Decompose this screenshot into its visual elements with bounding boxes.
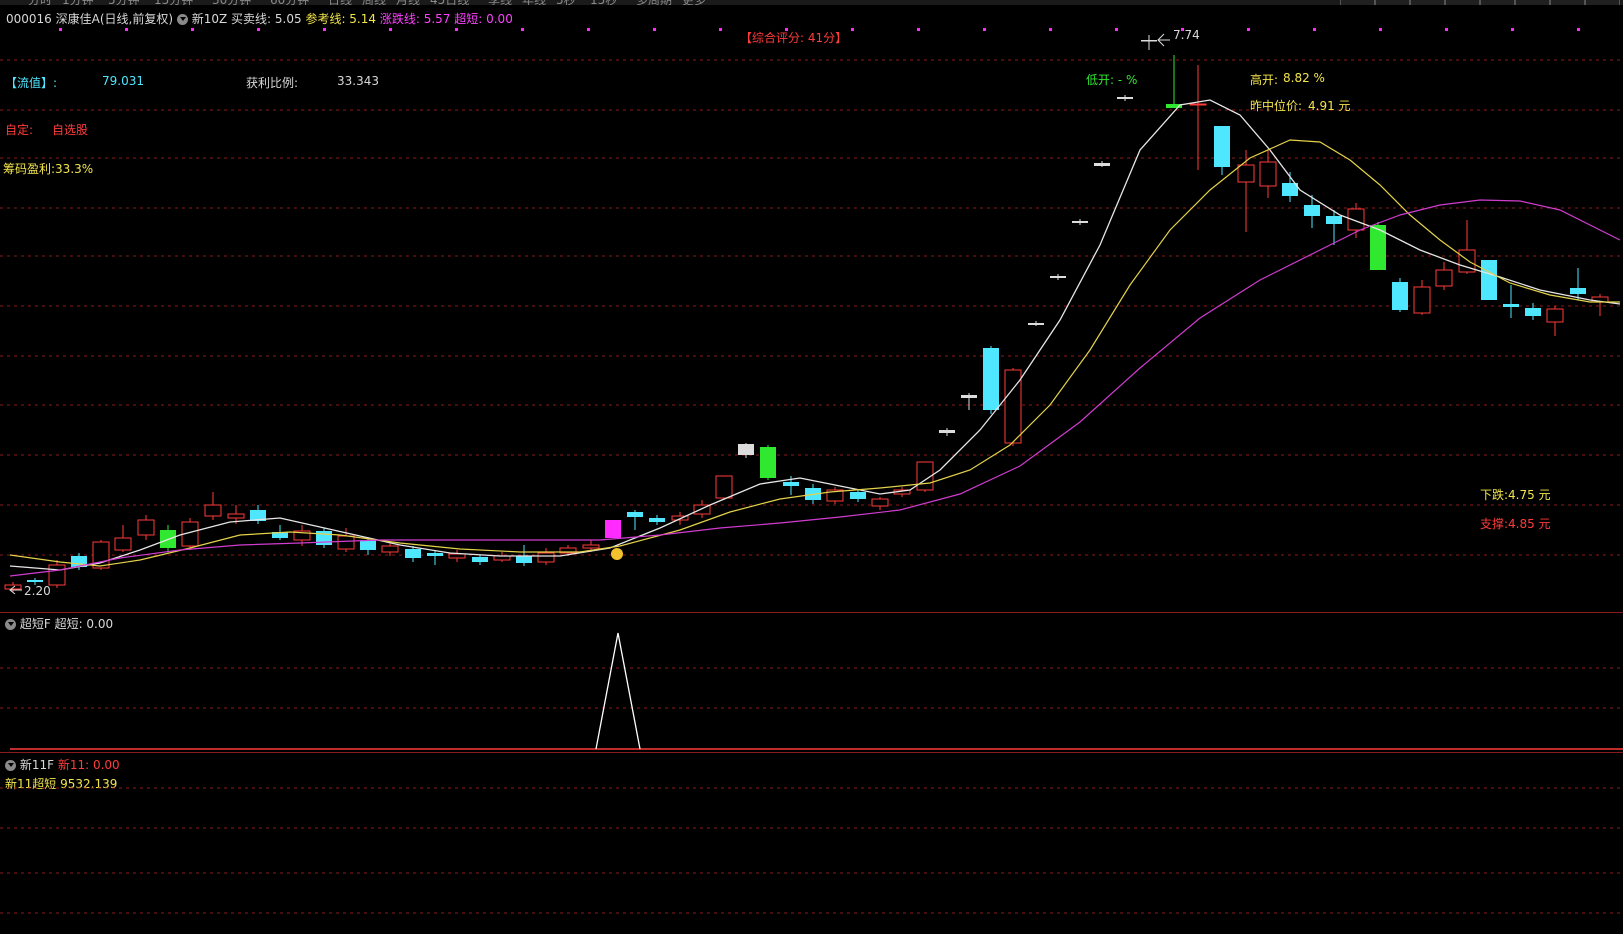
support-label: 支撑:4.85 元: [1480, 517, 1551, 531]
signal-dot-21: [1445, 28, 1448, 31]
high-open-label: 高开:: [1250, 73, 1279, 87]
candle-body-55: [1237, 164, 1255, 183]
candle-body-63: [1413, 286, 1431, 314]
signal-dot-13: [917, 28, 920, 31]
candle-body-33: [738, 444, 754, 455]
candle-body-47: [1050, 276, 1066, 278]
mid-price-value: 4.91 元: [1308, 99, 1351, 113]
smiley-signal-icon: [611, 548, 623, 560]
signal-dot-1: [125, 28, 128, 31]
signal-dot-10: [719, 28, 722, 31]
mid-price-label: 昨中位价:: [1250, 99, 1303, 113]
signal-dot-20: [1379, 28, 1382, 31]
fall-label: 下跌:4.75 元: [1480, 488, 1551, 502]
candle-body-69: [1546, 308, 1564, 323]
profit-ratio-label: 获利比例:: [246, 76, 299, 90]
candle-body-28: [627, 512, 643, 517]
signal-dot-2: [191, 28, 194, 31]
high-open-value: 8.82 %: [1283, 71, 1325, 85]
signal-dot-15: [1049, 28, 1052, 31]
candle-body-29: [649, 518, 665, 522]
candle-body-32: [715, 475, 733, 499]
candle-body-24: [537, 552, 555, 563]
signal-dot-0: [59, 28, 62, 31]
candle-body-43: [961, 395, 977, 398]
candle-body-10: [227, 513, 245, 519]
candle-body-46: [1028, 323, 1044, 325]
sub1-indicator-chart[interactable]: [0, 613, 1623, 751]
liutong-label: 【流值】:: [5, 76, 58, 90]
signal-dot-5: [389, 28, 392, 31]
candle-body-66: [1481, 260, 1497, 300]
candle-body-35: [783, 482, 799, 486]
custom-label: 自定:: [5, 123, 34, 137]
candle-body-51: [1141, 40, 1157, 42]
candle-body-67: [1503, 304, 1519, 307]
candle-body-23: [516, 556, 532, 563]
candle-body-16: [360, 540, 376, 550]
candle-body-18: [405, 549, 421, 558]
candle-body-21: [472, 557, 488, 562]
candle-body-56: [1259, 161, 1277, 187]
candle-body-62: [1392, 282, 1408, 310]
candle-body-50: [1117, 97, 1133, 99]
custom-value: 自选股: [52, 123, 89, 137]
candle-body-38: [850, 492, 866, 499]
score-label: 【综合评分: 41分】: [740, 31, 848, 45]
candle-body-54: [1214, 126, 1230, 167]
signal-dot-14: [983, 28, 986, 31]
signal-dot-9: [653, 28, 656, 31]
signal-dot-18: [1247, 28, 1250, 31]
high-price-label: 7.74: [1173, 28, 1200, 42]
candle-body-49: [1094, 163, 1110, 166]
low-open-label: 低开: - %: [1086, 73, 1138, 87]
low-price-label: 2.20: [24, 584, 51, 598]
candle-body-1: [27, 580, 43, 582]
signal-dot-12: [851, 28, 854, 31]
candle-body-34: [760, 447, 776, 478]
candle-body-48: [1072, 221, 1088, 223]
signal-dot-8: [587, 28, 590, 31]
candle-body-59: [1326, 216, 1342, 224]
signal-dot-22: [1511, 28, 1514, 31]
candle-body-64: [1435, 269, 1453, 287]
sub2-indicator-chart[interactable]: [0, 753, 1623, 934]
signal-dot-23: [1577, 28, 1580, 31]
candle-body-44: [983, 348, 999, 410]
candle-body-26: [582, 544, 600, 549]
candle-body-19: [427, 553, 443, 556]
signal-dot-7: [521, 28, 524, 31]
sub1-spike-line: [595, 632, 641, 750]
signal-dot-19: [1313, 28, 1316, 31]
candle-body-9: [204, 504, 222, 517]
signal-dot-6: [455, 28, 458, 31]
signal-dot-4: [323, 28, 326, 31]
candle-body-20: [448, 553, 466, 559]
high-arrow-icon: [1157, 33, 1170, 47]
signal-dot-16: [1115, 28, 1118, 31]
profit-ratio-value: 33.343: [337, 74, 379, 88]
candle-body-70: [1570, 288, 1586, 294]
candle-body-15: [337, 535, 355, 550]
candle-body-5: [114, 537, 132, 551]
ma-yellow-line: [9, 139, 1620, 567]
candle-body-17: [381, 545, 399, 553]
signal-dot-3: [257, 28, 260, 31]
candlestick-chart[interactable]: [0, 0, 1623, 612]
candle-body-27: [605, 520, 621, 538]
candle-body-53: [1189, 103, 1207, 106]
candle-body-58: [1304, 205, 1320, 216]
candle-body-42: [939, 430, 955, 433]
candle-body-68: [1525, 308, 1541, 316]
candle-body-39: [871, 498, 889, 507]
chip-profit-label: 筹码盈利:33.3%: [3, 162, 94, 176]
liutong-value: 79.031: [102, 74, 144, 88]
candle-body-6: [137, 519, 155, 536]
candle-body-2: [48, 564, 66, 586]
